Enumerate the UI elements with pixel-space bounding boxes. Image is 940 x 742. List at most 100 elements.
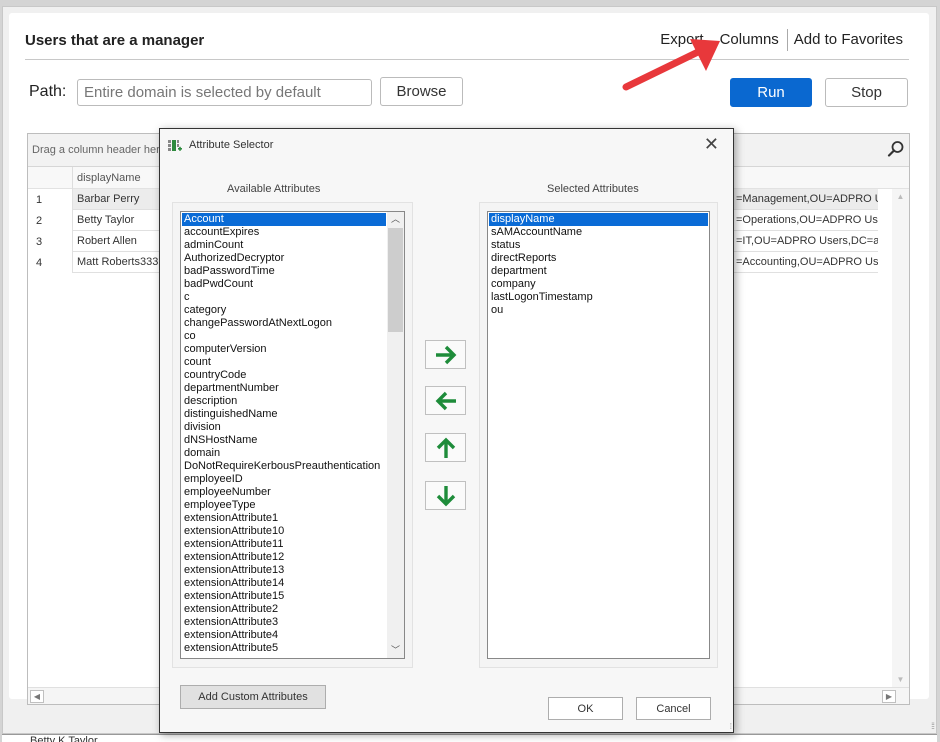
- available-list-item[interactable]: co: [182, 330, 386, 343]
- annotation-arrow-icon: [622, 39, 720, 91]
- arrow-up-icon: [436, 437, 455, 458]
- cell-distinguishedname[interactable]: =Accounting,OU=ADPRO Users,: [734, 252, 878, 273]
- selected-list-item[interactable]: department: [489, 265, 708, 278]
- cell-distinguishedname[interactable]: =IT,OU=ADPRO Users,DC=ad,D: [734, 231, 878, 252]
- available-attributes-group: Account accountExpires adminCount Authorize…: [172, 202, 413, 668]
- available-list-item[interactable]: extensionAttribute12: [182, 551, 386, 564]
- selected-list-item[interactable]: sAMAccountName: [489, 226, 708, 239]
- available-list-item[interactable]: AuthorizedDecryptor: [182, 252, 386, 265]
- attribute-selector-dialog: Attribute Selector ✕ Available Attribute…: [159, 128, 734, 733]
- arrow-down-icon: [436, 485, 455, 506]
- selected-list-item[interactable]: displayName: [489, 213, 708, 226]
- available-list-item[interactable]: extensionAttribute10: [182, 525, 386, 538]
- available-list-item[interactable]: extensionAttribute13: [182, 564, 386, 577]
- remove-attribute-button[interactable]: [425, 386, 466, 415]
- available-list-item[interactable]: dNSHostName: [182, 434, 386, 447]
- available-list-item[interactable]: extensionAttribute11: [182, 538, 386, 551]
- available-list-item[interactable]: division: [182, 421, 386, 434]
- available-list-item[interactable]: extensionAttribute2: [182, 603, 386, 616]
- selected-list-item[interactable]: ou: [489, 304, 708, 317]
- available-list-item[interactable]: Account: [182, 213, 386, 226]
- available-list-item[interactable]: extensionAttribute3: [182, 616, 386, 629]
- available-list-item[interactable]: badPasswordTime: [182, 265, 386, 278]
- available-list-item[interactable]: domain: [182, 447, 386, 460]
- selected-attributes-list[interactable]: displayName sAMAccountName status directRep…: [487, 211, 710, 659]
- available-list-item[interactable]: category: [182, 304, 386, 317]
- available-list-item[interactable]: distinguishedName: [182, 408, 386, 421]
- cell-displayname[interactable]: Barbar Perry: [72, 189, 172, 210]
- dialog-title: Attribute Selector: [189, 139, 274, 151]
- available-list-item[interactable]: computerVersion: [182, 343, 386, 356]
- move-up-button[interactable]: [425, 433, 466, 462]
- move-down-button[interactable]: [425, 481, 466, 510]
- selected-attributes-label: Selected Attributes: [547, 183, 639, 195]
- available-list-item[interactable]: employeeNumber: [182, 486, 386, 499]
- available-list-item[interactable]: extensionAttribute1: [182, 512, 386, 525]
- available-list-item[interactable]: accountExpires: [182, 226, 386, 239]
- available-attributes-label: Available Attributes: [227, 183, 321, 195]
- selected-list-item[interactable]: lastLogonTimestamp: [489, 291, 708, 304]
- arrow-right-icon: [435, 345, 456, 364]
- chevron-down-icon[interactable]: ﹀: [387, 643, 404, 658]
- row-number: 3: [36, 236, 43, 248]
- title-divider: [25, 59, 909, 60]
- attribute-selector-icon: [168, 140, 182, 151]
- report-title: Users that are a manager: [25, 32, 205, 49]
- available-list-item[interactable]: description: [182, 395, 386, 408]
- selected-attributes-group: displayName sAMAccountName status directRep…: [479, 202, 718, 668]
- path-label: Path:: [29, 83, 67, 100]
- cell-displayname[interactable]: Matt Roberts333: [72, 252, 172, 273]
- close-icon[interactable]: ✕: [704, 135, 719, 153]
- available-list-item[interactable]: employeeType: [182, 499, 386, 512]
- available-list-item[interactable]: count: [182, 356, 386, 369]
- stop-button[interactable]: Stop: [825, 78, 908, 107]
- cancel-button[interactable]: Cancel: [636, 697, 711, 720]
- available-list-item[interactable]: DoNotRequireKerbousPreauthentication: [182, 460, 386, 473]
- scroll-down-icon[interactable]: ▼: [895, 675, 906, 684]
- add-to-favorites-link[interactable]: Add to Favorites: [794, 31, 903, 51]
- cell-distinguishedname[interactable]: =Operations,OU=ADPRO Users,: [734, 210, 878, 231]
- status-text: Betty K Taylor: [30, 735, 98, 742]
- resize-grip-icon[interactable]: ⁞⁞: [931, 721, 935, 731]
- add-attribute-button[interactable]: [425, 340, 466, 369]
- available-list-item[interactable]: badPwdCount: [182, 278, 386, 291]
- row-number: 1: [36, 194, 43, 206]
- selected-attributes-items: displayName sAMAccountName status directRep…: [489, 213, 708, 317]
- scroll-right-icon[interactable]: ▶: [882, 690, 896, 703]
- group-hint: Drag a column header here: [32, 144, 166, 156]
- available-list-item[interactable]: countryCode: [182, 369, 386, 382]
- scroll-up-icon[interactable]: ▲: [895, 192, 906, 201]
- ok-button[interactable]: OK: [548, 697, 623, 720]
- available-list-item[interactable]: changePasswordAtNextLogon: [182, 317, 386, 330]
- available-list-item[interactable]: employeeID: [182, 473, 386, 486]
- available-attributes-list[interactable]: Account accountExpires adminCount Authorize…: [180, 211, 405, 659]
- available-list-item[interactable]: extensionAttribute15: [182, 590, 386, 603]
- available-list-item[interactable]: departmentNumber: [182, 382, 386, 395]
- column-header-displayname[interactable]: displayName: [72, 167, 172, 189]
- scroll-left-icon[interactable]: ◀: [30, 690, 44, 703]
- available-list-item[interactable]: c: [182, 291, 386, 304]
- link-separator: [786, 29, 788, 51]
- available-list-item[interactable]: adminCount: [182, 239, 386, 252]
- dialog-resize-grip-icon[interactable]: ⁞: [730, 722, 732, 731]
- available-list-item[interactable]: extensionAttribute4: [182, 629, 386, 642]
- selected-list-item[interactable]: company: [489, 278, 708, 291]
- scrollbar-thumb[interactable]: [388, 228, 403, 332]
- search-icon[interactable]: [887, 140, 905, 158]
- available-list-scrollbar[interactable]: ︿ ﹀: [387, 212, 404, 658]
- browse-button[interactable]: Browse: [380, 77, 463, 106]
- available-list-item[interactable]: extensionAttribute14: [182, 577, 386, 590]
- add-custom-attributes-button[interactable]: Add Custom Attributes: [180, 685, 326, 709]
- chevron-up-icon[interactable]: ︿: [387, 212, 404, 227]
- arrow-left-icon: [435, 391, 456, 410]
- cell-displayname[interactable]: Betty Taylor: [72, 210, 172, 231]
- cell-displayname[interactable]: Robert Allen: [72, 231, 172, 252]
- run-button[interactable]: Run: [730, 78, 812, 107]
- selected-list-item[interactable]: directReports: [489, 252, 708, 265]
- grid-vertical-scrollbar[interactable]: ▲ ▼: [892, 189, 909, 687]
- cell-distinguishedname[interactable]: =Management,OU=ADPRO Users: [734, 189, 878, 210]
- path-input[interactable]: [77, 79, 372, 106]
- row-number: 4: [36, 257, 43, 269]
- selected-list-item[interactable]: status: [489, 239, 708, 252]
- available-list-item[interactable]: extensionAttribute5: [182, 642, 386, 655]
